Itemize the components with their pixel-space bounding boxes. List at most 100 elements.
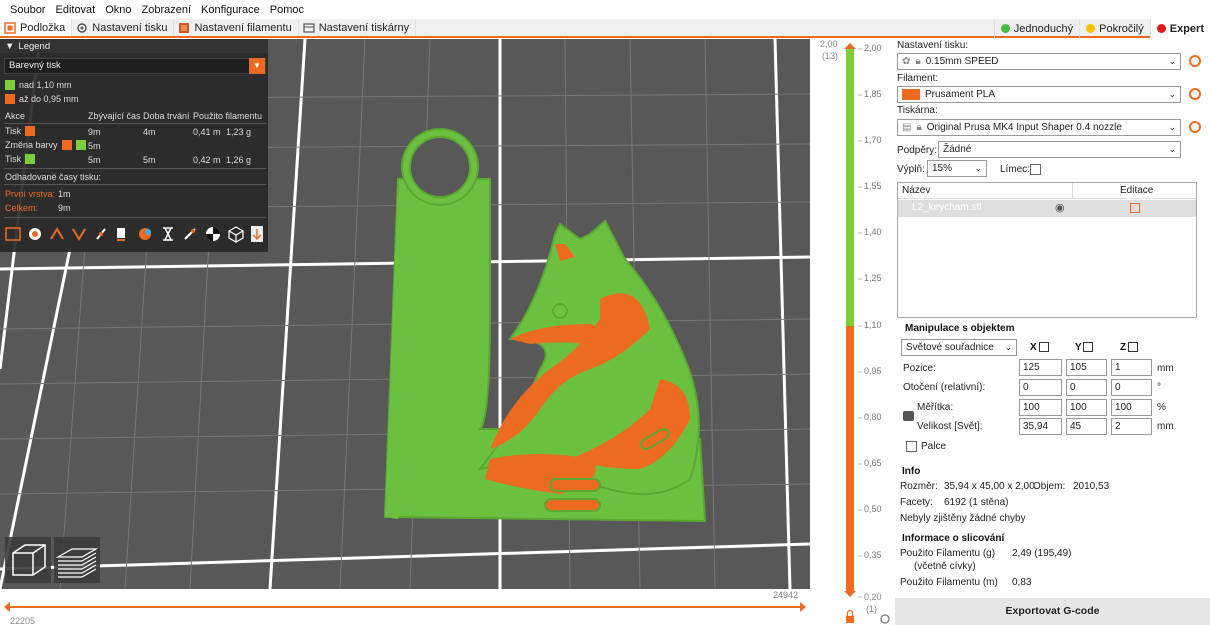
slider-tick: 1,70 xyxy=(864,135,882,145)
filament-color-swatch-icon[interactable] xyxy=(902,89,920,100)
used-filament-g-sub: (včetně cívky) xyxy=(914,561,976,572)
row-action: Tisk xyxy=(5,126,22,136)
menu-konfigurace[interactable]: Konfigurace xyxy=(196,4,265,16)
lock-icon: 🔒︎ xyxy=(915,56,921,67)
lock-icon xyxy=(846,609,854,623)
legend-row-2: Změna barvy xyxy=(5,140,86,150)
slider-tick: 1,40 xyxy=(864,227,882,237)
legend-view-type-combo[interactable]: Barevný tisk ▼ xyxy=(4,58,266,74)
print-settings-label: Nastavení tisku: xyxy=(897,40,969,51)
infill-label: Výplň: xyxy=(897,164,925,175)
menu-soubor[interactable]: Soubor xyxy=(5,4,50,16)
position-x-input[interactable]: 125 xyxy=(1019,359,1062,376)
edit-filament-icon[interactable] xyxy=(1189,88,1201,100)
tab-nastaveni-filamentu-label: Nastavení filamentu xyxy=(194,21,292,34)
tab-podlozka[interactable]: Podložka xyxy=(0,19,73,36)
filament-value: Prusament PLA xyxy=(925,89,996,100)
size-x-input[interactable]: 35,94 xyxy=(1019,418,1062,435)
row-action: Změna barvy xyxy=(5,140,58,150)
retractions-icon xyxy=(50,227,64,240)
slider-left-thumb xyxy=(4,602,10,612)
upper-thumb xyxy=(844,43,856,49)
scale-lock-icon[interactable] xyxy=(903,411,914,421)
layer-slider-track xyxy=(844,43,890,624)
filament-combo[interactable]: Prusament PLA ⌄ xyxy=(897,86,1181,103)
legend-item-green: nad 1,10 mm xyxy=(5,80,72,90)
legend-divider xyxy=(4,168,266,169)
eye-icon[interactable]: ◉ xyxy=(1055,201,1065,214)
sidebar: Nastavení tisku: ✿ 🔒︎ 0.15mm SPEED ⌄ Fil… xyxy=(895,39,1210,625)
rotation-y-input[interactable]: 0 xyxy=(1066,379,1107,396)
legend-divider xyxy=(4,184,266,185)
menu-zobrazeni[interactable]: Zobrazení xyxy=(137,4,197,16)
horizontal-slider[interactable] xyxy=(0,589,895,625)
layer-slider[interactable]: 2,00 (13) 0,20 (1) 2,00 1,85 1,70 1,55 1… xyxy=(810,39,895,625)
size-y-input[interactable]: 45 xyxy=(1066,418,1107,435)
tab-nastaveni-tisku[interactable]: Nastavení tisku xyxy=(72,19,175,36)
row-used-m: 0,41 m xyxy=(193,127,221,137)
object-list[interactable]: Název Editace L2_keycham.stl ◉ xyxy=(897,182,1197,318)
tab-nastaveni-filamentu[interactable]: Nastavení filamentu xyxy=(174,19,299,36)
printer-combo[interactable]: ▤ 🔒︎ Original Prusa MK4 Input Shaper 0.4… xyxy=(897,119,1181,136)
edit-printer-icon[interactable] xyxy=(1189,121,1201,133)
used-filament-g-label: Použito Filamentu (g) xyxy=(900,548,996,559)
slider-tick: 1,25 xyxy=(864,273,882,283)
position-z-input[interactable]: 1 xyxy=(1111,359,1152,376)
chevron-down-icon: ⌄ xyxy=(1168,89,1176,99)
dimensions-value: 35,94 x 45,00 x 2,00 xyxy=(944,481,1035,492)
position-y-input[interactable]: 105 xyxy=(1066,359,1107,376)
menu-editovat[interactable]: Editovat xyxy=(50,4,100,16)
edit-icon[interactable] xyxy=(1130,203,1140,213)
mode-expert[interactable]: Expert xyxy=(1149,19,1210,38)
export-gcode-button[interactable]: Exportovat G-code xyxy=(895,598,1210,625)
row-duration: 5m xyxy=(143,155,156,165)
chevron-down-icon: ⌄ xyxy=(1168,56,1176,66)
slider-tick: 0,65 xyxy=(864,458,882,468)
drop-to-bed-x-icon[interactable] xyxy=(1039,342,1049,352)
infill-combo[interactable]: 15% ⌄ xyxy=(927,160,987,177)
scale-y-input[interactable]: 100 xyxy=(1066,399,1107,416)
legend-row-1: Tisk xyxy=(5,126,36,136)
size-z-input[interactable]: 2 xyxy=(1111,418,1152,435)
mode-simple[interactable]: Jednoduchý xyxy=(993,19,1079,38)
scale-x-input[interactable]: 100 xyxy=(1019,399,1062,416)
row-remaining: 5m xyxy=(88,155,101,165)
rotation-z-input[interactable]: 0 xyxy=(1111,379,1152,396)
legend-view-type-value: Barevný tisk xyxy=(9,60,61,71)
drop-to-bed-z-icon[interactable] xyxy=(1128,342,1138,352)
brim-checkbox[interactable] xyxy=(1030,164,1041,175)
print-settings-combo[interactable]: ✿ 🔒︎ 0.15mm SPEED ⌄ xyxy=(897,53,1181,70)
tab-nastaveni-tiskarny[interactable]: Nastavení tiskárny xyxy=(299,19,417,36)
legend-panel: ▼ Legend Barevný tisk ▼ nad 1,10 mm až do … xyxy=(0,39,268,252)
rotation-x-input[interactable]: 0 xyxy=(1019,379,1062,396)
view-layers-button[interactable] xyxy=(54,537,100,583)
rotation-label: Otočení (relativní): xyxy=(903,382,986,393)
inches-checkbox[interactable] xyxy=(906,441,917,452)
menu-pomoc[interactable]: Pomoc xyxy=(265,4,309,16)
travel-icon xyxy=(5,227,21,241)
scale-z-input[interactable]: 100 xyxy=(1111,399,1152,416)
object-row[interactable]: L2_keycham.stl ◉ xyxy=(898,200,1196,217)
legend-title: Legend xyxy=(18,40,51,52)
slicing-info-title: Informace o slicování xyxy=(902,533,1005,544)
printer-value: Original Prusa MK4 Input Shaper 0.4 nozz… xyxy=(926,122,1122,133)
dropdown-arrow-icon: ▼ xyxy=(249,58,265,74)
coordinate-system-combo[interactable]: Světové souřadnice ⌄ xyxy=(901,339,1017,356)
first-layer-label: První vrstva: xyxy=(5,189,56,199)
supports-combo[interactable]: Žádné ⌄ xyxy=(938,141,1181,158)
menu-okno[interactable]: Okno xyxy=(100,4,136,16)
chevron-down-icon: ⌄ xyxy=(974,163,982,173)
mode-advanced[interactable]: Pokročilý xyxy=(1079,19,1150,38)
edit-print-settings-icon[interactable] xyxy=(1189,55,1201,67)
size-label: Velikost [Svět]: xyxy=(917,421,983,432)
slider-tick: 0,80 xyxy=(864,412,882,422)
tool-marker-icon xyxy=(251,226,263,242)
pause-prints-icon xyxy=(163,227,173,241)
drop-to-bed-y-icon[interactable] xyxy=(1083,342,1093,352)
estimated-times-title: Odhadované časy tisku: xyxy=(5,172,102,182)
legend-header[interactable]: ▼ Legend xyxy=(0,39,268,53)
volume-label: Objem: xyxy=(1033,481,1066,492)
legend-divider xyxy=(4,123,266,124)
view-3d-button[interactable] xyxy=(5,537,51,583)
axis-z-label: Z xyxy=(1120,342,1127,353)
